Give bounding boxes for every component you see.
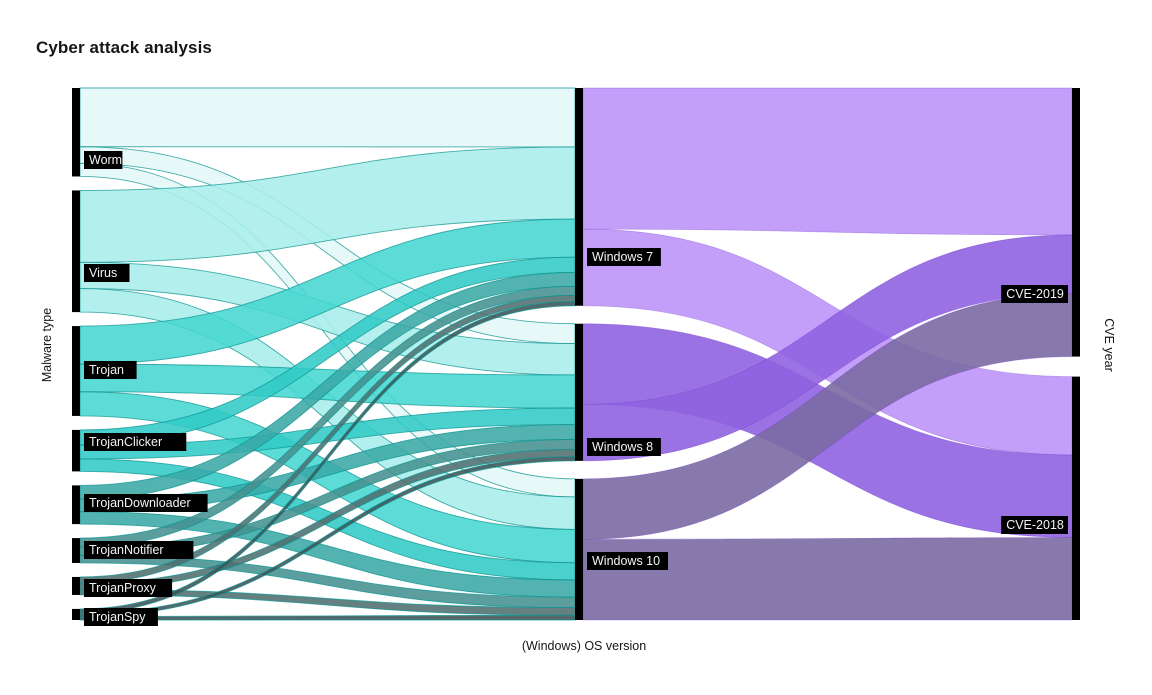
sankey-node-cve2019[interactable] <box>1072 88 1080 357</box>
sankey-node-trojanproxy[interactable] <box>72 576 80 595</box>
node-label-trojanproxy: TrojanProxy <box>84 579 173 597</box>
node-label-text: CVE-2019 <box>1006 287 1064 301</box>
node-label-text: TrojanClicker <box>89 435 162 449</box>
sankey-node-windows10[interactable] <box>575 478 583 620</box>
sankey-node-trojanspy[interactable] <box>72 608 80 620</box>
node-label-text: Trojan <box>89 363 124 377</box>
bottom-axis-label: (Windows) OS version <box>522 639 646 653</box>
node-label-text: Windows 8 <box>592 440 653 454</box>
node-label-text: Windows 10 <box>592 554 660 568</box>
node-label-text: Virus <box>89 266 117 280</box>
node-label-text: CVE-2018 <box>1006 518 1064 532</box>
node-label-text: TrojanProxy <box>89 581 157 595</box>
node-label-virus: Virus <box>84 264 130 282</box>
node-label-cve2018: CVE-2018 <box>1001 516 1068 534</box>
node-label-trojandownloader: TrojanDownloader <box>84 494 208 512</box>
node-label-worm: Worm <box>84 151 123 169</box>
sankey-node-trojan[interactable] <box>72 326 80 416</box>
sankey-node-virus[interactable] <box>72 190 80 313</box>
sankey-node-windows8[interactable] <box>575 323 583 461</box>
node-label-trojannotifier: TrojanNotifier <box>84 541 194 559</box>
node-label-text: TrojanNotifier <box>89 543 164 557</box>
sankey-node-windows7[interactable] <box>575 88 583 306</box>
sankey-node-cve2018[interactable] <box>1072 376 1080 620</box>
left-axis-label: Malware type <box>40 308 54 382</box>
node-label-windows8: Windows 8 <box>587 438 661 456</box>
node-label-trojan: Trojan <box>84 361 137 379</box>
node-label-trojanclicker: TrojanClicker <box>84 433 187 451</box>
node-label-text: TrojanDownloader <box>89 496 191 510</box>
sankey-node-trojannotifier[interactable] <box>72 538 80 563</box>
sankey-link <box>582 87 1073 236</box>
sankey-link <box>582 537 1073 621</box>
sankey-chart: Cyber attack analysis Worm Virus Trojan Tro… <box>0 0 1152 695</box>
node-label-trojanspy: TrojanSpy <box>84 608 158 626</box>
sankey-node-worm[interactable] <box>72 88 80 177</box>
sankey-node-trojandownloader[interactable] <box>72 485 80 525</box>
node-label-windows7: Windows 7 <box>587 248 661 266</box>
sankey-svg: Worm Virus Trojan TrojanClicker TrojanDownlo… <box>40 87 1116 653</box>
node-label-cve2019: CVE-2019 <box>1001 285 1068 303</box>
node-label-windows10: Windows 10 <box>587 552 668 570</box>
right-axis-label: CVE year <box>1102 318 1116 372</box>
sankey-node-trojanclicker[interactable] <box>72 429 80 472</box>
node-label-text: TrojanSpy <box>89 610 146 624</box>
sankey-link <box>79 87 576 148</box>
node-label-text: Windows 7 <box>592 250 653 264</box>
node-label-text: Worm <box>89 153 122 167</box>
